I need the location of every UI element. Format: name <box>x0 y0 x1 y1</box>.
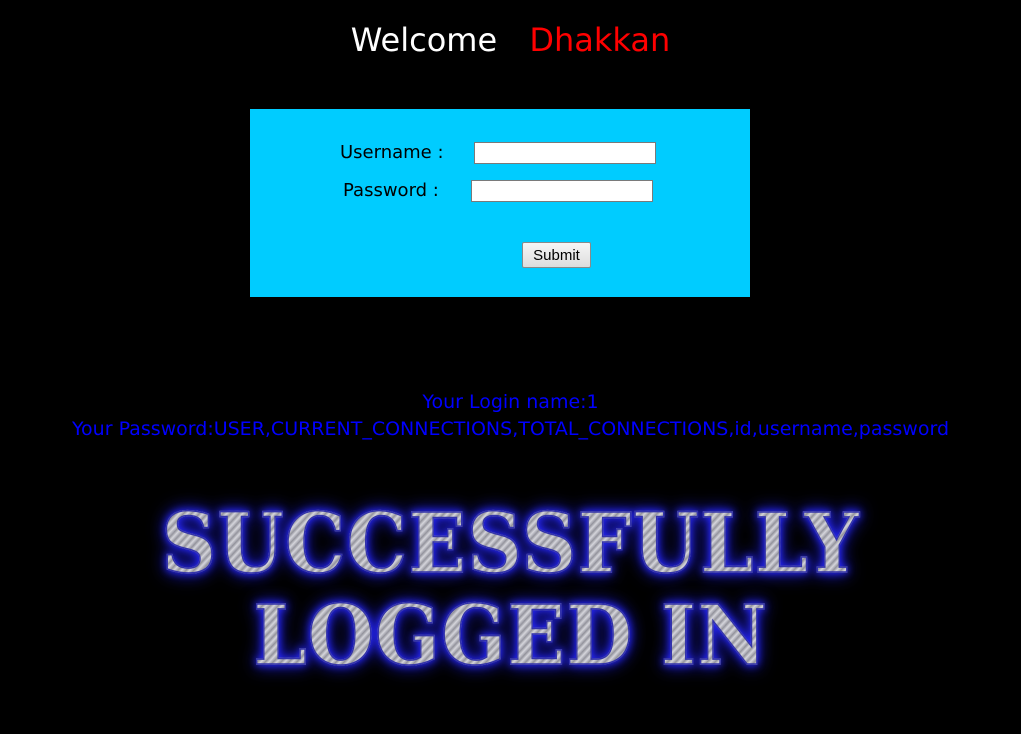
username-input[interactable] <box>474 142 656 164</box>
success-banner-line1: SUCCESSFULLY <box>36 494 986 594</box>
password-result: Your Password:USER,CURRENT_CONNECTIONS,T… <box>71 418 950 440</box>
login-form: Username : Password : Submit <box>250 109 750 297</box>
login-name-result: Your Login name:1 <box>422 391 599 413</box>
password-label: Password : <box>343 180 439 201</box>
username-label: Username : <box>340 142 444 163</box>
page: Welcome Dhakkan Username : Password : Su… <box>0 0 1021 734</box>
welcome-header: Welcome Dhakkan <box>0 18 1021 62</box>
user-name: Dhakkan <box>529 21 671 59</box>
success-banner-line2: LOGGED IN <box>36 586 986 686</box>
welcome-text: Welcome <box>350 21 498 59</box>
password-input[interactable] <box>471 180 653 202</box>
submit-button[interactable]: Submit <box>522 242 591 268</box>
